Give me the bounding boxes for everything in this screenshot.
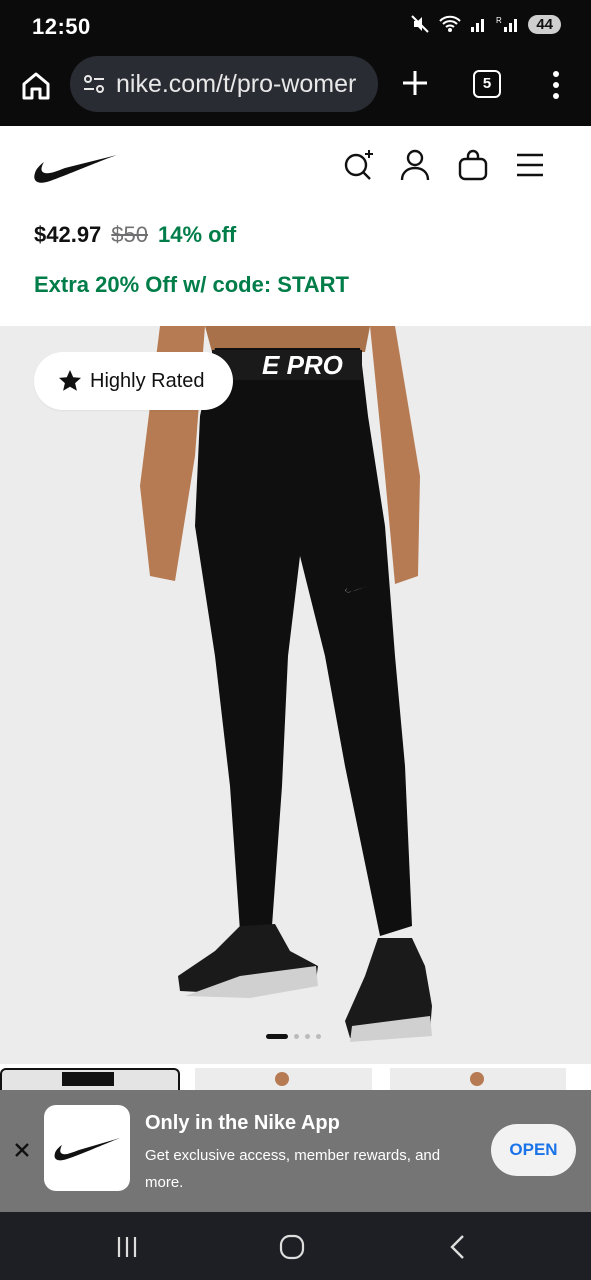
- banner-description: Get exclusive access, member rewards, an…: [145, 1147, 441, 1191]
- bag-icon[interactable]: [456, 148, 490, 182]
- waistband-text: E PRO: [262, 350, 343, 380]
- carousel-dot[interactable]: [294, 1034, 299, 1039]
- thumbnail-waistband: [62, 1072, 114, 1086]
- thumbnail-head: [470, 1072, 484, 1086]
- signal-roaming-icon: R: [496, 16, 518, 32]
- thumbnail-head: [275, 1072, 289, 1086]
- close-icon[interactable]: [12, 1140, 32, 1160]
- product-photo: E PRO: [140, 326, 432, 1042]
- tab-switcher-button[interactable]: 5: [473, 70, 501, 98]
- carousel-indicators: [266, 1034, 321, 1039]
- carousel-dot-active[interactable]: [266, 1034, 288, 1039]
- wifi-icon: [439, 15, 462, 32]
- banner-title: Only in the Nike App: [145, 1112, 340, 1134]
- new-tab-icon[interactable]: [398, 66, 432, 100]
- open-app-button[interactable]: OPEN: [491, 1124, 576, 1176]
- original-price: $50: [111, 222, 149, 247]
- url-text[interactable]: nike.com/t/pro-womer: [116, 70, 368, 99]
- home-icon[interactable]: [18, 68, 54, 104]
- promo-code-text: Extra 20% Off w/ code: START: [34, 272, 349, 297]
- battery-indicator: 44: [528, 14, 561, 34]
- status-bar: 12:50 R 44: [0, 0, 591, 54]
- app-install-banner: Only in the Nike App Get exclusive acces…: [0, 1090, 591, 1212]
- address-bar[interactable]: nike.com/t/pro-womer: [70, 56, 378, 112]
- svg-text:R: R: [496, 16, 502, 25]
- more-options-icon[interactable]: [544, 68, 568, 102]
- signal-icon: [471, 19, 485, 32]
- recent-apps-icon[interactable]: [112, 1232, 142, 1262]
- product-image-carousel[interactable]: E PRO Highly Rated: [0, 326, 591, 1064]
- menu-icon[interactable]: [513, 148, 547, 182]
- home-nav-icon[interactable]: [277, 1232, 307, 1262]
- carousel-dot[interactable]: [305, 1034, 310, 1039]
- clock: 12:50: [32, 14, 91, 39]
- price-row: $42.97 $50 14% off: [34, 222, 236, 248]
- system-navigation-bar: [0, 1212, 591, 1280]
- account-icon[interactable]: [398, 148, 432, 182]
- discount-label: 14% off: [158, 222, 237, 247]
- site-settings-icon[interactable]: [82, 72, 106, 96]
- badge-label: Highly Rated: [90, 369, 205, 392]
- site-header: [0, 126, 591, 210]
- star-icon: [59, 370, 81, 391]
- back-icon[interactable]: [443, 1232, 473, 1262]
- swoosh-icon: [54, 1138, 120, 1161]
- status-icons: R 44: [410, 14, 561, 34]
- nike-swoosh-logo[interactable]: [32, 150, 118, 186]
- leggings: [195, 348, 412, 936]
- web-page: $42.97 $50 14% off Extra 20% Off w/ code…: [0, 126, 591, 1212]
- nike-app-logo: [44, 1105, 130, 1191]
- current-price: $42.97: [34, 222, 102, 247]
- carousel-dot[interactable]: [316, 1034, 321, 1039]
- highly-rated-badge: Highly Rated: [34, 352, 233, 410]
- browser-toolbar: nike.com/t/pro-womer 5: [0, 54, 591, 126]
- mute-icon: [411, 15, 430, 33]
- search-icon[interactable]: [342, 148, 376, 182]
